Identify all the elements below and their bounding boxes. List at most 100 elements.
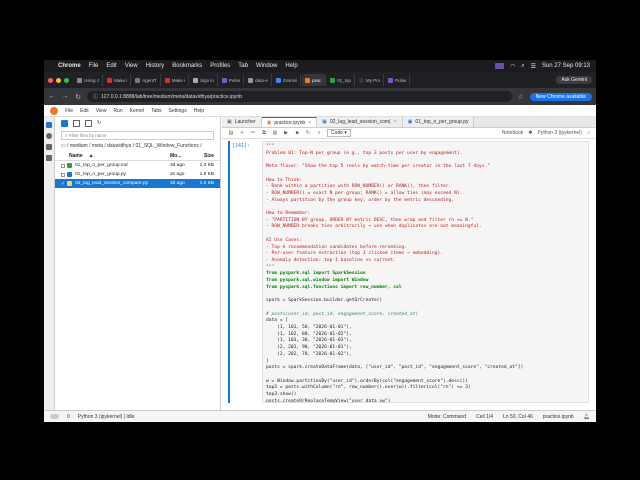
jmenu-view[interactable]: View <box>96 108 107 114</box>
clock[interactable]: Sun 27 Sep 09:13 <box>542 63 590 69</box>
code-line: from pyspark.sql.functions import row_nu… <box>266 284 402 290</box>
tab-favicon-icon <box>358 77 364 83</box>
bookmark-star-icon[interactable]: ☆ <box>517 93 525 101</box>
stop-icon[interactable]: ■ <box>294 130 300 136</box>
menu-bookmarks[interactable]: Bookmarks <box>172 63 202 69</box>
url-field[interactable]: ⓘ 127.0.0.1:8888/lab/tree/medium/meta/da… <box>87 91 512 102</box>
code-cell[interactable]: [141]: """ Problem 01: Top-N per group (e… <box>228 141 590 403</box>
file-row[interactable]: 01_top_n_per_group.md 3d ago 1.3 KB <box>55 161 220 170</box>
folder-icon[interactable] <box>46 122 52 128</box>
zoom-window-icon[interactable] <box>64 77 69 83</box>
cursor-position[interactable]: Ln 50, Col 46 <box>503 414 533 420</box>
simple-toggle[interactable] <box>50 414 59 419</box>
browser-tab[interactable]: AgentT <box>132 74 161 86</box>
file-checkbox[interactable] <box>61 172 65 177</box>
close-tab-icon[interactable]: × <box>394 119 397 125</box>
column-size-header[interactable]: Size <box>198 153 220 159</box>
filter-files-input[interactable]: ⌕ Filter files by name <box>61 131 214 140</box>
menu-window[interactable]: Window <box>256 63 277 69</box>
file-row-selected[interactable]: ✓ 02_lag_lead_session_compare.py 3d ago … <box>55 179 220 188</box>
screen-record-icon[interactable] <box>494 63 504 69</box>
close-window-icon[interactable] <box>48 77 53 83</box>
menu-tab[interactable]: Tab <box>238 63 248 69</box>
browser-tab[interactable]: My Pro <box>356 74 385 86</box>
menu-profiles[interactable]: Profiles <box>210 63 230 69</box>
new-launcher-button[interactable] <box>61 119 68 127</box>
new-chrome-available-button[interactable]: New Chrome available <box>529 92 592 101</box>
jmenu-edit[interactable]: Edit <box>80 108 89 114</box>
browser-tab[interactable]: Make i <box>104 74 132 86</box>
table-of-contents-icon[interactable] <box>46 144 52 150</box>
paste-icon[interactable]: ▥ <box>272 130 278 136</box>
control-center-icon[interactable]: ☰ <box>531 63 536 70</box>
jmenu-help[interactable]: Help <box>194 108 204 114</box>
menu-view[interactable]: View <box>125 63 138 69</box>
checkmark-icon[interactable]: ✓ <box>61 181 65 187</box>
code-editor[interactable]: """ Problem 01: Top-N per group (e.g., to… <box>262 141 589 403</box>
python-file-icon: ▣ <box>407 119 413 125</box>
restart-icon[interactable]: ↻ <box>305 130 311 136</box>
browser-tab[interactable]: Make i <box>162 74 190 86</box>
menu-file[interactable]: File <box>89 63 99 69</box>
bug-icon[interactable]: ✱ <box>528 130 532 136</box>
column-modified-header[interactable]: Mo... <box>170 153 198 159</box>
fast-forward-icon[interactable]: » <box>316 130 322 136</box>
wifi-icon[interactable]: ◠ <box>510 63 515 70</box>
menu-help[interactable]: Help <box>285 63 297 69</box>
upload-icon[interactable] <box>85 119 92 127</box>
jupyter-logo-icon <box>50 106 58 115</box>
close-tab-icon[interactable]: × <box>308 120 311 126</box>
minimize-window-icon[interactable] <box>56 77 61 83</box>
jmenu-kernel[interactable]: Kernel <box>130 108 144 114</box>
breadcrumb[interactable]: ▭ / medium / meta / datavidhya / 01_SQL_… <box>61 143 214 149</box>
running-kernels-icon[interactable] <box>46 133 52 139</box>
new-folder-icon[interactable] <box>73 119 80 127</box>
jmenu-settings[interactable]: Settings <box>169 108 187 114</box>
extension-icon[interactable] <box>46 155 52 161</box>
browser-tab[interactable]: Pulse <box>219 74 245 86</box>
site-info-icon[interactable]: ⓘ <box>93 93 98 100</box>
jmenu-file[interactable]: File <box>65 108 73 114</box>
refresh-icon[interactable]: ↻ <box>97 120 104 127</box>
kernel-name[interactable]: Python 3 (ipykernel) <box>538 130 582 136</box>
doc-tab-launcher[interactable]: ▣ Launcher <box>222 117 262 127</box>
doc-tab-lag-lead[interactable]: ▣ 02_lag_lead_session_com(× <box>317 117 403 127</box>
back-icon[interactable]: ← <box>48 93 56 100</box>
file-checkbox[interactable] <box>61 163 65 168</box>
menu-edit[interactable]: Edit <box>106 63 116 69</box>
address-bar: ← → ↻ ⓘ 127.0.0.1:8888/lab/tree/medium/m… <box>44 88 596 105</box>
column-name-header[interactable]: Name ▲ <box>69 153 170 159</box>
browser-tab[interactable]: Sign in <box>190 74 218 86</box>
add-cell-icon[interactable]: + <box>239 130 245 136</box>
menu-app-name[interactable]: Chrome <box>58 63 81 69</box>
menu-history[interactable]: History <box>146 63 165 69</box>
search-icon[interactable]: ⌕ <box>521 63 524 70</box>
url-text: 127.0.0.1:8888/lab/tree/medium/meta/data… <box>101 93 242 100</box>
browser-tab[interactable]: Gemini <box>273 74 302 86</box>
browser-tab-active[interactable]: prac <box>302 74 327 86</box>
code-line: - Per-user feature extraction (top 3 cli… <box>266 251 444 257</box>
cut-icon[interactable]: ✂ <box>250 130 256 136</box>
run-icon[interactable]: ▶ <box>283 130 289 136</box>
ask-gemini-button[interactable]: Ask Gemini <box>556 76 592 84</box>
browser-tab[interactable]: Pulse <box>385 74 411 86</box>
forward-icon[interactable]: → <box>61 93 69 100</box>
code-line: top3.show() <box>266 392 297 398</box>
code-line: - ROW_NUMBER() = exact N per group; RANK… <box>266 190 463 196</box>
jmenu-run[interactable]: Run <box>113 108 122 114</box>
cell-type-select[interactable]: Code ▾ <box>327 129 351 137</box>
save-icon[interactable]: ▤ <box>228 130 234 136</box>
copy-icon[interactable]: ⧉ <box>261 130 267 136</box>
notebook-label[interactable]: Notebook <box>502 130 523 136</box>
doc-tab-practice[interactable]: ▣ practice.ipynb × <box>261 117 318 127</box>
jmenu-tabs[interactable]: Tabs <box>151 108 162 114</box>
browser-tab[interactable]: 01_top <box>327 74 355 86</box>
reload-icon[interactable]: ↻ <box>74 93 82 101</box>
file-row[interactable]: 01_top_n_per_group.py 2s ago 1.6 KB <box>55 170 220 179</box>
doc-tab-top-n[interactable]: ▣ 01_top_n_per_group.py <box>402 117 475 127</box>
kernel-status[interactable]: Python 3 (ipykernel) | Idle <box>78 414 135 420</box>
browser-tab[interactable]: data-e <box>245 74 272 86</box>
browser-tab[interactable]: Using J <box>74 74 104 86</box>
notification-icon[interactable]: 🔔︎ <box>584 414 590 420</box>
